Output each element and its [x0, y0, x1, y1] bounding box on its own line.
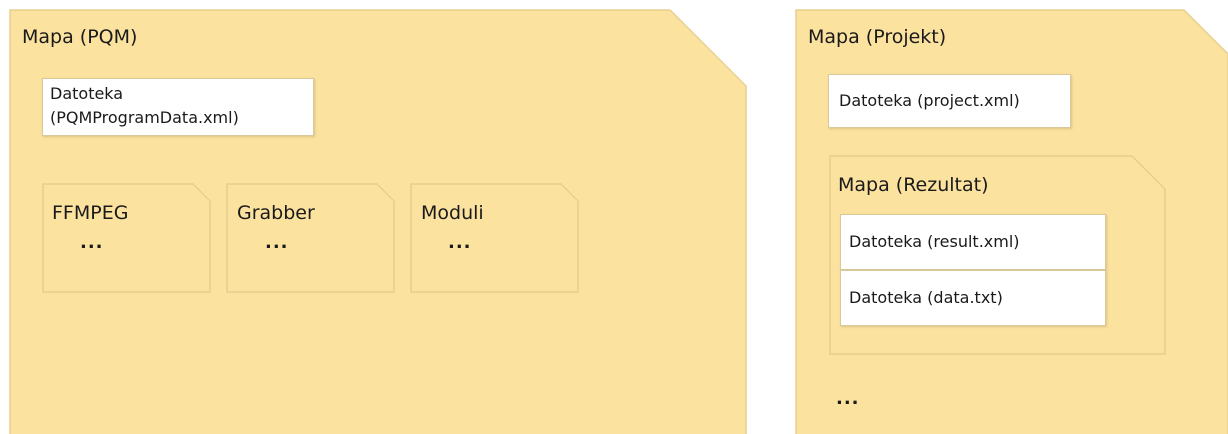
- subfolder-grabber-title: Grabber: [237, 202, 315, 224]
- subfolder-ffmpeg-shape: [42, 183, 211, 293]
- subfolder-moduli-title: Moduli: [421, 202, 484, 224]
- subfolder-grabber: [226, 183, 395, 293]
- file-data-txt-label: Datoteka (data.txt): [849, 288, 1003, 307]
- folder-projekt-title: Mapa (Projekt): [808, 26, 947, 48]
- subfolder-ffmpeg-title: FFMPEG: [52, 202, 129, 224]
- subfolder-rezultat-title: Mapa (Rezultat): [838, 174, 989, 196]
- file-result-xml-label: Datoteka (result.xml): [849, 232, 1020, 251]
- folder-pqm-title: Mapa (PQM): [22, 26, 138, 48]
- file-pqm-line1: Datoteka: [50, 84, 124, 103]
- folder-projekt-ellipsis: ...: [836, 388, 860, 409]
- file-project-xml: Datoteka (project.xml): [828, 74, 1071, 128]
- subfolder-moduli-shape: [410, 183, 579, 293]
- file-project-xml-label: Datoteka (project.xml): [839, 91, 1020, 110]
- file-result-xml: Datoteka (result.xml): [840, 214, 1106, 270]
- subfolder-ffmpeg: [42, 183, 211, 293]
- subfolder-moduli: [410, 183, 579, 293]
- file-pqm-line2: (PQMProgramData.xml): [50, 108, 239, 127]
- subfolder-ffmpeg-ellipsis: ...: [80, 232, 104, 253]
- subfolder-moduli-ellipsis: ...: [448, 232, 472, 253]
- subfolder-grabber-ellipsis: ...: [265, 232, 289, 253]
- subfolder-grabber-shape: [226, 183, 395, 293]
- file-data-txt: Datoteka (data.txt): [840, 270, 1106, 326]
- file-pqm-program-data: Datoteka (PQMProgramData.xml): [42, 78, 314, 136]
